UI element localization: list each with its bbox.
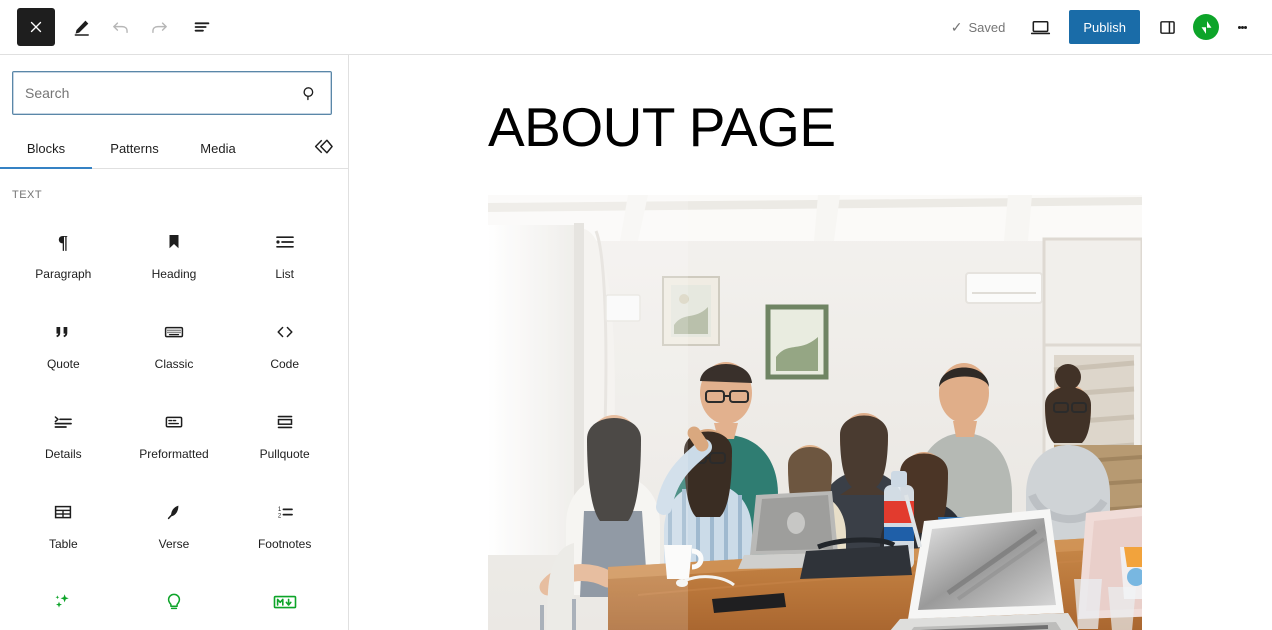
- image-illustration: [488, 194, 1142, 630]
- blocks-panel: TEXT ¶ Paragraph Heading List Quote Clas…: [0, 169, 348, 630]
- tab-blocks-label: Blocks: [26, 141, 66, 156]
- jetpack-button[interactable]: [1193, 14, 1219, 40]
- block-item-ai-assistant[interactable]: [8, 569, 119, 630]
- block-label: Footnotes: [257, 537, 312, 551]
- editor-body: Blocks Patterns Media TEXT: [0, 55, 1272, 630]
- quote-icon: [51, 315, 75, 349]
- block-item-details[interactable]: Details: [8, 389, 119, 479]
- editor-canvas[interactable]: ABOUT PAGE: [349, 55, 1272, 630]
- block-item-table[interactable]: Table: [8, 479, 119, 569]
- search-box[interactable]: [12, 71, 332, 115]
- footnotes-icon: 1 2: [273, 495, 297, 529]
- close-icon: [30, 21, 42, 33]
- search-area: [0, 55, 348, 115]
- block-label: List: [275, 267, 294, 281]
- verse-icon: [162, 495, 186, 529]
- tab-patterns-label: Patterns: [110, 141, 159, 156]
- save-status: ✓ Saved: [947, 20, 1018, 35]
- post-content: ABOUT PAGE: [349, 55, 1272, 630]
- settings-sidebar-button[interactable]: [1148, 8, 1186, 46]
- block-label: Classic: [154, 357, 194, 371]
- tab-blocks[interactable]: Blocks: [0, 131, 92, 169]
- tab-media[interactable]: Media: [177, 131, 259, 168]
- undo-icon: [112, 21, 128, 33]
- block-label: Paragraph: [35, 267, 92, 281]
- search-icon: [300, 84, 331, 103]
- classic-icon: [162, 315, 186, 349]
- code-icon: [273, 315, 297, 349]
- view-button[interactable]: [1019, 8, 1061, 46]
- list-view-icon: [194, 22, 210, 32]
- header-right-tools: ✓ Saved Publish: [947, 8, 1258, 46]
- undo-button[interactable]: [101, 8, 139, 46]
- block-label: Quote: [46, 357, 80, 371]
- block-label: Verse: [158, 537, 190, 551]
- block-item-preformatted[interactable]: Preformatted: [119, 389, 230, 479]
- tab-patterns[interactable]: Patterns: [92, 131, 177, 168]
- pencil-icon: [74, 20, 89, 36]
- block-item-ai-suggestion[interactable]: [119, 569, 230, 630]
- block-label: Table: [48, 537, 78, 551]
- section-title-text: TEXT: [12, 189, 43, 201]
- header-left-tools: [17, 8, 221, 46]
- block-item-paragraph[interactable]: ¶ Paragraph: [8, 209, 119, 299]
- dot: [1243, 25, 1247, 29]
- document-overview-button[interactable]: [183, 8, 221, 46]
- close-editor-button[interactable]: [17, 8, 55, 46]
- svg-text:2: 2: [278, 513, 282, 519]
- redo-icon: [151, 21, 167, 33]
- options-menu-button[interactable]: [1226, 8, 1258, 46]
- block-label: Heading: [151, 267, 197, 281]
- list-icon: [273, 225, 297, 259]
- block-item-heading[interactable]: Heading: [119, 209, 230, 299]
- block-item-code[interactable]: Code: [229, 299, 340, 389]
- page-title[interactable]: ABOUT PAGE: [488, 98, 1272, 157]
- chevrons-left-icon: [314, 139, 333, 154]
- post-image[interactable]: [488, 194, 1142, 630]
- block-item-list[interactable]: List: [229, 209, 340, 299]
- markdown-icon: [271, 585, 299, 619]
- block-label: Details: [44, 447, 82, 461]
- saved-label: Saved: [968, 19, 1006, 35]
- redo-button[interactable]: [140, 8, 178, 46]
- block-item-quote[interactable]: Quote: [8, 299, 119, 389]
- publish-button[interactable]: Publish: [1069, 10, 1140, 44]
- block-item-classic[interactable]: Classic: [119, 299, 230, 389]
- block-label: Code: [270, 357, 299, 371]
- jetpack-icon: [1201, 20, 1211, 34]
- lightbulb-icon: [162, 585, 186, 619]
- block-item-pullquote[interactable]: Pullquote: [229, 389, 340, 479]
- sidebar-toggle-icon: [1159, 20, 1175, 34]
- block-item-verse[interactable]: Verse: [119, 479, 230, 569]
- block-grid: ¶ Paragraph Heading List Quote Classic C…: [0, 201, 348, 630]
- desktop-icon: [1030, 20, 1050, 34]
- block-editor-app: ✓ Saved Publish Search Blocks Patterns M…: [0, 0, 1272, 630]
- pullquote-icon: [273, 405, 297, 439]
- block-inserter-sidebar: Blocks Patterns Media TEXT: [0, 55, 349, 630]
- editor-header: ✓ Saved Publish: [0, 0, 1272, 55]
- collapse-inserter-button[interactable]: [311, 129, 348, 168]
- preformatted-icon: [162, 405, 186, 439]
- table-icon: [51, 495, 75, 529]
- inserter-tabs: Blocks Patterns Media: [0, 129, 348, 169]
- heading-icon: [162, 225, 186, 259]
- check-icon: ✓: [950, 19, 963, 35]
- edit-mode-button[interactable]: [62, 8, 100, 46]
- block-item-markdown[interactable]: [229, 569, 340, 630]
- search-input[interactable]: [13, 85, 300, 101]
- details-icon: [51, 405, 75, 439]
- svg-text:¶: ¶: [58, 233, 68, 254]
- tab-media-label: Media: [200, 141, 236, 156]
- paragraph-icon: ¶: [51, 225, 75, 259]
- block-label: Preformatted: [139, 447, 209, 461]
- block-label: Pullquote: [259, 447, 310, 461]
- block-item-footnotes[interactable]: 1 2 Footnotes: [229, 479, 340, 569]
- svg-text:1: 1: [278, 507, 282, 513]
- sparkles-icon: [51, 585, 75, 619]
